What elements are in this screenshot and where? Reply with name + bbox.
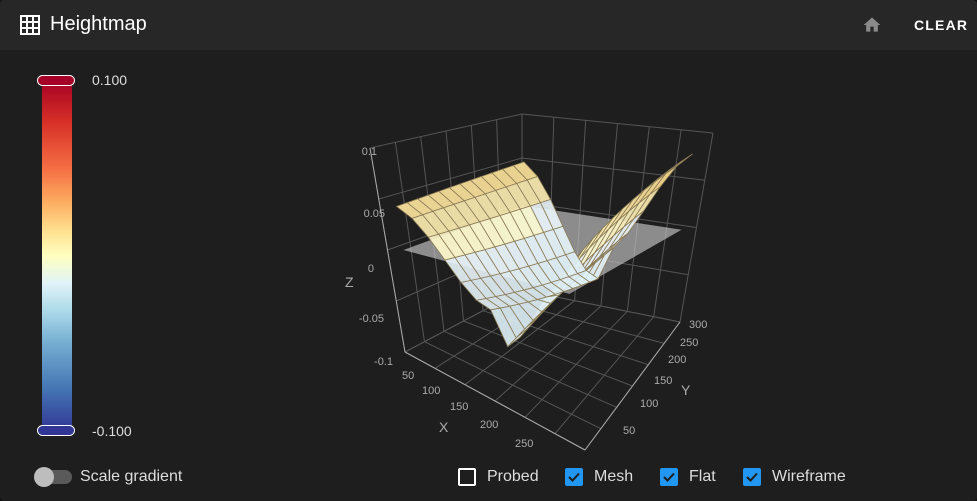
y-axis-label: Y xyxy=(681,382,691,398)
y-tick: 50 xyxy=(623,425,635,437)
x-tick: 150 xyxy=(450,401,468,413)
scale-gradient-label: Scale gradient xyxy=(80,468,183,485)
check-icon xyxy=(663,472,675,482)
wall-gridline xyxy=(369,113,523,149)
x-axis-label: X xyxy=(439,419,449,435)
x-tick: 50 xyxy=(402,370,414,382)
z-tick: -0.05 xyxy=(359,313,384,325)
y-tick: 300 xyxy=(689,319,707,331)
z-tick: 0.1 xyxy=(362,146,377,158)
x-tick: 100 xyxy=(422,385,440,397)
wireframe-checkbox[interactable] xyxy=(743,468,761,486)
scale-gradient-toggle[interactable] xyxy=(34,467,72,487)
z-tick: 0 xyxy=(368,263,374,275)
flat-label: Flat xyxy=(689,468,716,485)
mesh-checkbox[interactable] xyxy=(565,468,583,486)
y-tick: 250 xyxy=(680,337,698,349)
x-tick: 200 xyxy=(480,419,498,431)
heightmap-3d-plot[interactable]: 0.1 0.05 0 -0.05 -0.1 Z 50 100 150 200 2… xyxy=(0,0,977,501)
heightmap-card: Heightmap CLEAR 0.100 -0.100 0.1 0.05 0 … xyxy=(0,0,977,501)
y-tick: 100 xyxy=(640,398,658,410)
z-tick: 0.05 xyxy=(364,208,385,220)
z-tick: -0.1 xyxy=(374,356,393,368)
mesh-label: Mesh xyxy=(594,468,634,485)
wall-gridline xyxy=(521,157,705,181)
wall-gridline xyxy=(521,113,714,134)
y-tick: 200 xyxy=(668,354,686,366)
y-tick: 150 xyxy=(654,375,672,387)
x-tick: 250 xyxy=(515,438,533,450)
x-axis-line xyxy=(404,351,586,451)
check-icon xyxy=(746,472,758,482)
probed-label: Probed xyxy=(487,468,539,485)
flat-checkbox[interactable] xyxy=(660,468,678,486)
floor-gridline xyxy=(463,320,633,387)
wireframe-label: Wireframe xyxy=(772,468,846,485)
z-axis-label: Z xyxy=(345,274,354,290)
probed-checkbox[interactable] xyxy=(458,468,476,486)
check-icon xyxy=(568,472,580,482)
toggle-knob[interactable] xyxy=(34,467,54,487)
